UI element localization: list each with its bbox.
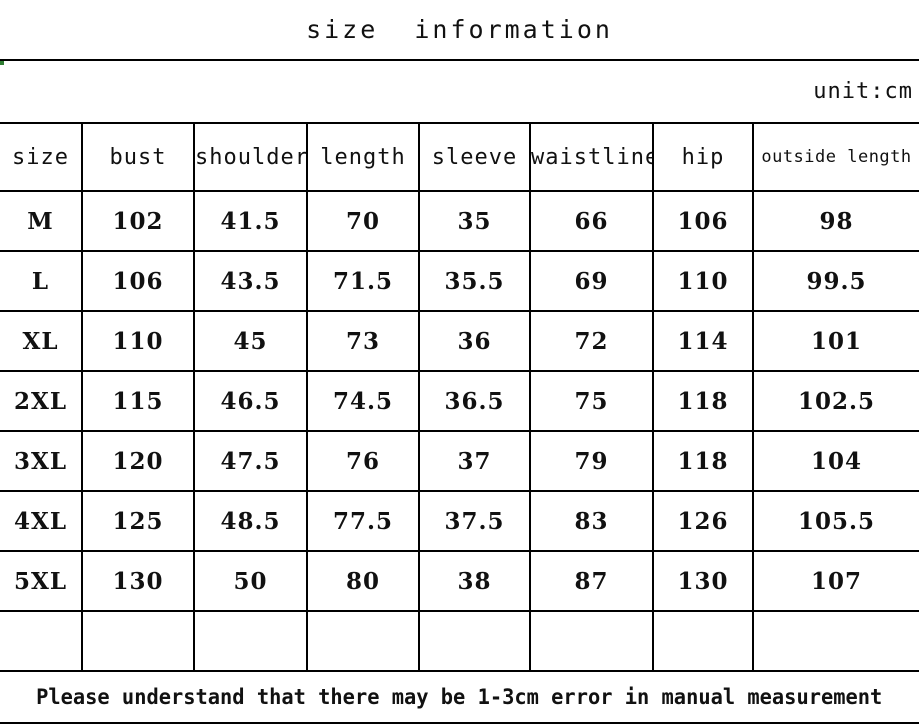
column-header-sleeve: sleeve [418, 122, 531, 192]
cell-sleeve: 37 [418, 430, 531, 492]
table-header: size bust shoulder length sleeve waistli… [0, 122, 919, 192]
table-row: 2XL 115 46.5 74.5 36.5 75 118 102.5 [0, 370, 919, 432]
cell-bust: 110 [81, 310, 195, 372]
cell-length: 77.5 [306, 490, 420, 552]
column-header-outside-length: outside length [752, 122, 919, 192]
column-header-size: size [0, 122, 83, 192]
cell-size: 2XL [0, 370, 83, 432]
size-information-table: size bust shoulder length sleeve waistli… [0, 122, 919, 672]
cell-waistline: 87 [529, 550, 654, 612]
cell-shoulder: 47.5 [193, 430, 308, 492]
cell-bust [81, 610, 195, 672]
cell-size: 4XL [0, 490, 83, 552]
cell-length: 74.5 [306, 370, 420, 432]
cell-bust: 115 [81, 370, 195, 432]
cell-shoulder: 48.5 [193, 490, 308, 552]
size-chart-root: size information unit:cm size bust shoul… [0, 0, 919, 724]
cell-outside-length: 104 [752, 430, 919, 492]
cell-outside-length: 107 [752, 550, 919, 612]
column-header-waistline: waistline [529, 122, 654, 192]
table-row: M 102 41.5 70 35 66 106 98 [0, 190, 919, 252]
measurement-disclaimer-text: Please understand that there may be 1-3c… [36, 685, 883, 709]
cell-size: 3XL [0, 430, 83, 492]
cell-shoulder: 45 [193, 310, 308, 372]
table-row: 3XL 120 47.5 76 37 79 118 104 [0, 430, 919, 492]
cell-waistline: 83 [529, 490, 654, 552]
cell-bust: 130 [81, 550, 195, 612]
cell-bust: 120 [81, 430, 195, 492]
edge-artifact [0, 61, 4, 65]
table-row: XL 110 45 73 36 72 114 101 [0, 310, 919, 372]
cell-shoulder: 43.5 [193, 250, 308, 312]
cell-hip [652, 610, 754, 672]
cell-size: 5XL [0, 550, 83, 612]
cell-hip: 130 [652, 550, 754, 612]
cell-waistline: 72 [529, 310, 654, 372]
cell-bust: 102 [81, 190, 195, 252]
chart-title-band: size information [0, 0, 919, 61]
cell-hip: 114 [652, 310, 754, 372]
table-header-row: size bust shoulder length sleeve waistli… [0, 122, 919, 192]
cell-length: 71.5 [306, 250, 420, 312]
cell-hip: 110 [652, 250, 754, 312]
cell-hip: 126 [652, 490, 754, 552]
cell-waistline [529, 610, 654, 672]
cell-sleeve: 36.5 [418, 370, 531, 432]
cell-hip: 106 [652, 190, 754, 252]
cell-shoulder [193, 610, 308, 672]
cell-sleeve: 36 [418, 310, 531, 372]
column-header-hip: hip [652, 122, 754, 192]
cell-length [306, 610, 420, 672]
column-header-shoulder: shoulder [193, 122, 308, 192]
cell-length: 70 [306, 190, 420, 252]
cell-size: XL [0, 310, 83, 372]
cell-outside-length: 105.5 [752, 490, 919, 552]
unit-label: unit:cm [813, 79, 913, 104]
unit-band: unit:cm [0, 61, 919, 122]
table-body: M 102 41.5 70 35 66 106 98 L 106 43.5 71… [0, 190, 919, 672]
cell-waistline: 75 [529, 370, 654, 432]
column-header-bust: bust [81, 122, 195, 192]
cell-shoulder: 46.5 [193, 370, 308, 432]
page-title: size information [306, 15, 613, 44]
table-row: 5XL 130 50 80 38 87 130 107 [0, 550, 919, 612]
cell-outside-length: 98 [752, 190, 919, 252]
cell-length: 80 [306, 550, 420, 612]
cell-hip: 118 [652, 430, 754, 492]
cell-outside-length: 101 [752, 310, 919, 372]
table-row: 4XL 125 48.5 77.5 37.5 83 126 105.5 [0, 490, 919, 552]
cell-bust: 125 [81, 490, 195, 552]
cell-waistline: 69 [529, 250, 654, 312]
measurement-disclaimer: Please understand that there may be 1-3c… [0, 672, 919, 724]
cell-size: M [0, 190, 83, 252]
cell-sleeve: 37.5 [418, 490, 531, 552]
cell-waistline: 66 [529, 190, 654, 252]
cell-sleeve: 35.5 [418, 250, 531, 312]
cell-sleeve: 38 [418, 550, 531, 612]
cell-sleeve: 35 [418, 190, 531, 252]
cell-outside-length: 102.5 [752, 370, 919, 432]
cell-bust: 106 [81, 250, 195, 312]
cell-length: 76 [306, 430, 420, 492]
cell-shoulder: 50 [193, 550, 308, 612]
cell-hip: 118 [652, 370, 754, 432]
cell-shoulder: 41.5 [193, 190, 308, 252]
cell-outside-length [752, 610, 919, 672]
table-row-empty [0, 610, 919, 672]
cell-outside-length: 99.5 [752, 250, 919, 312]
cell-waistline: 79 [529, 430, 654, 492]
cell-size: L [0, 250, 83, 312]
cell-sleeve [418, 610, 531, 672]
cell-length: 73 [306, 310, 420, 372]
table-row: L 106 43.5 71.5 35.5 69 110 99.5 [0, 250, 919, 312]
cell-size [0, 610, 83, 672]
column-header-length: length [306, 122, 420, 192]
